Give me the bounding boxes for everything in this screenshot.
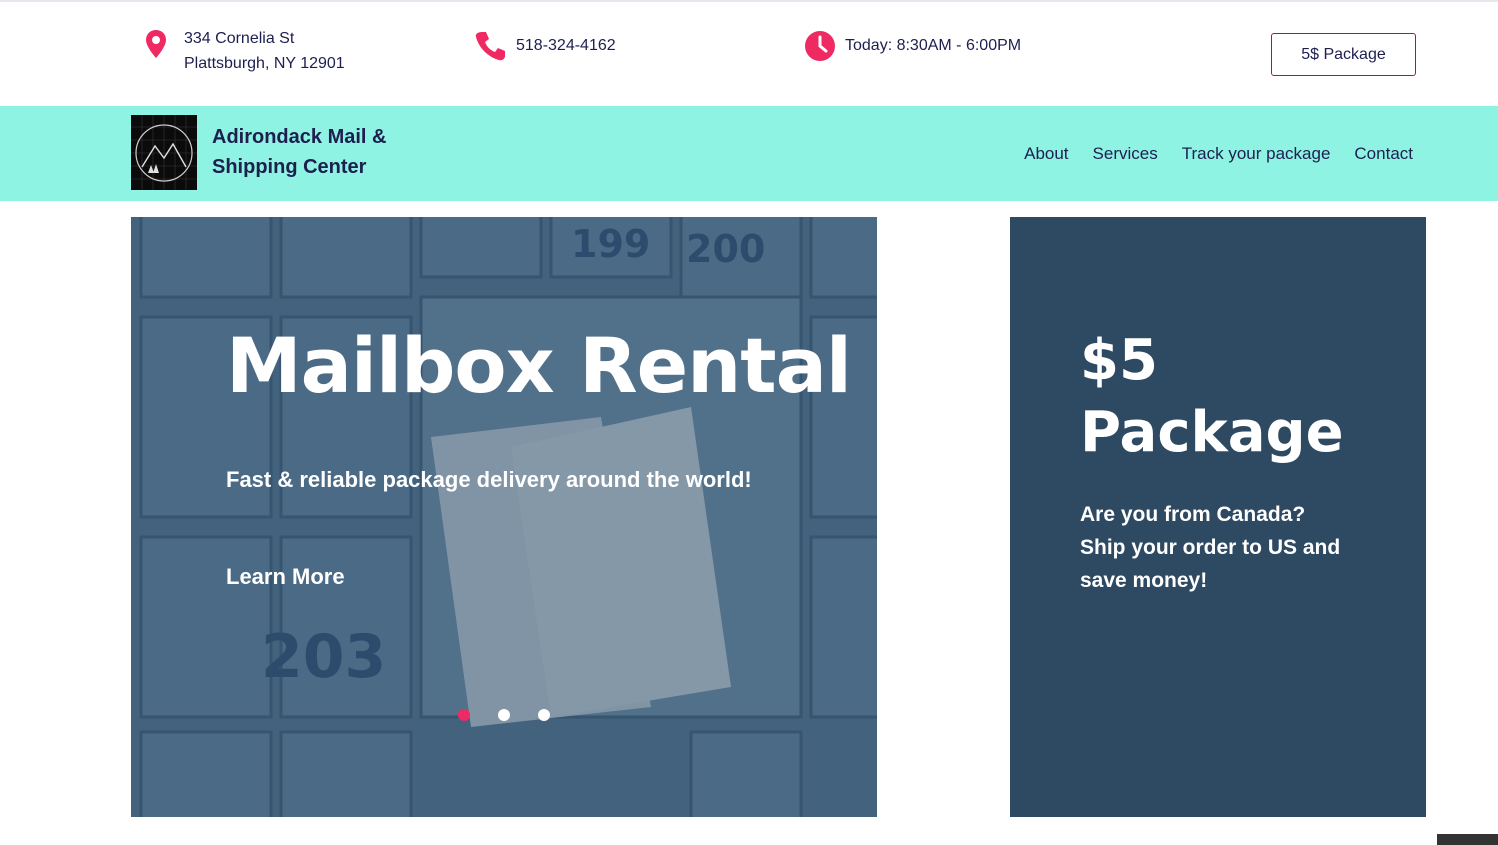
slider-dot-2[interactable] xyxy=(498,709,510,721)
package-button[interactable]: 5$ Package xyxy=(1271,33,1416,76)
phone-number[interactable]: 518-324-4162 xyxy=(516,30,616,62)
nav-link-about[interactable]: About xyxy=(1024,144,1068,164)
location-pin-icon xyxy=(144,26,168,67)
promo-text-line-3: save money! xyxy=(1080,569,1208,592)
promo-title-line-2: Package xyxy=(1080,400,1344,465)
promo-title-line-1: $5 xyxy=(1080,328,1158,393)
address-line-2: Plattsburgh, NY 12901 xyxy=(184,55,345,72)
main-navbar: Adirondack Mail & Shipping Center About … xyxy=(0,106,1498,201)
brand-name[interactable]: Adirondack Mail & Shipping Center xyxy=(212,122,452,182)
slider-dot-3[interactable] xyxy=(538,709,550,721)
hero-subtitle: Fast & reliable package delivery around … xyxy=(226,467,752,492)
hero-slider: 199 200 203 Mailbox Rental Fast & reliab… xyxy=(131,217,877,817)
floating-widget-edge[interactable] xyxy=(1437,834,1498,845)
company-logo[interactable] xyxy=(131,115,197,190)
nav-link-services[interactable]: Services xyxy=(1093,144,1158,164)
phone-info[interactable]: 518-324-4162 xyxy=(474,30,616,67)
clock-icon xyxy=(805,30,835,67)
address-line-1: 334 Cornelia St xyxy=(184,30,295,47)
promo-text-line-2: Ship your order to US and xyxy=(1080,536,1341,559)
brand-line-2: Shipping Center xyxy=(212,156,367,178)
contact-info-bar: 334 Cornelia St Plattsburgh, NY 12901 51… xyxy=(0,2,1498,106)
nav-link-contact[interactable]: Contact xyxy=(1354,144,1413,164)
hero-overlay xyxy=(131,217,877,817)
opening-hours: Today: 8:30AM - 6:00PM xyxy=(845,37,1022,54)
brand-line-1: Adirondack Mail & xyxy=(212,126,387,148)
slider-dots xyxy=(458,709,550,721)
promo-card: $5 Package Are you from Canada? Ship you… xyxy=(1010,217,1426,817)
learn-more-link[interactable]: Learn More xyxy=(226,564,345,590)
promo-title: $5 Package xyxy=(1080,325,1380,469)
address-text: 334 Cornelia St Plattsburgh, NY 12901 xyxy=(184,26,345,76)
phone-icon xyxy=(474,30,506,67)
address-info: 334 Cornelia St Plattsburgh, NY 12901 xyxy=(144,26,345,76)
slider-dot-1[interactable] xyxy=(458,709,470,721)
promo-description: Are you from Canada? Ship your order to … xyxy=(1080,498,1380,597)
primary-nav: About Services Track your package Contac… xyxy=(1024,144,1413,164)
nav-link-track-package[interactable]: Track your package xyxy=(1182,144,1331,164)
hero-title: Mailbox Rental xyxy=(226,321,852,410)
promo-text-line-1: Are you from Canada? xyxy=(1080,503,1306,526)
hours-info: Today: 8:30AM - 6:00PM xyxy=(805,30,1021,67)
